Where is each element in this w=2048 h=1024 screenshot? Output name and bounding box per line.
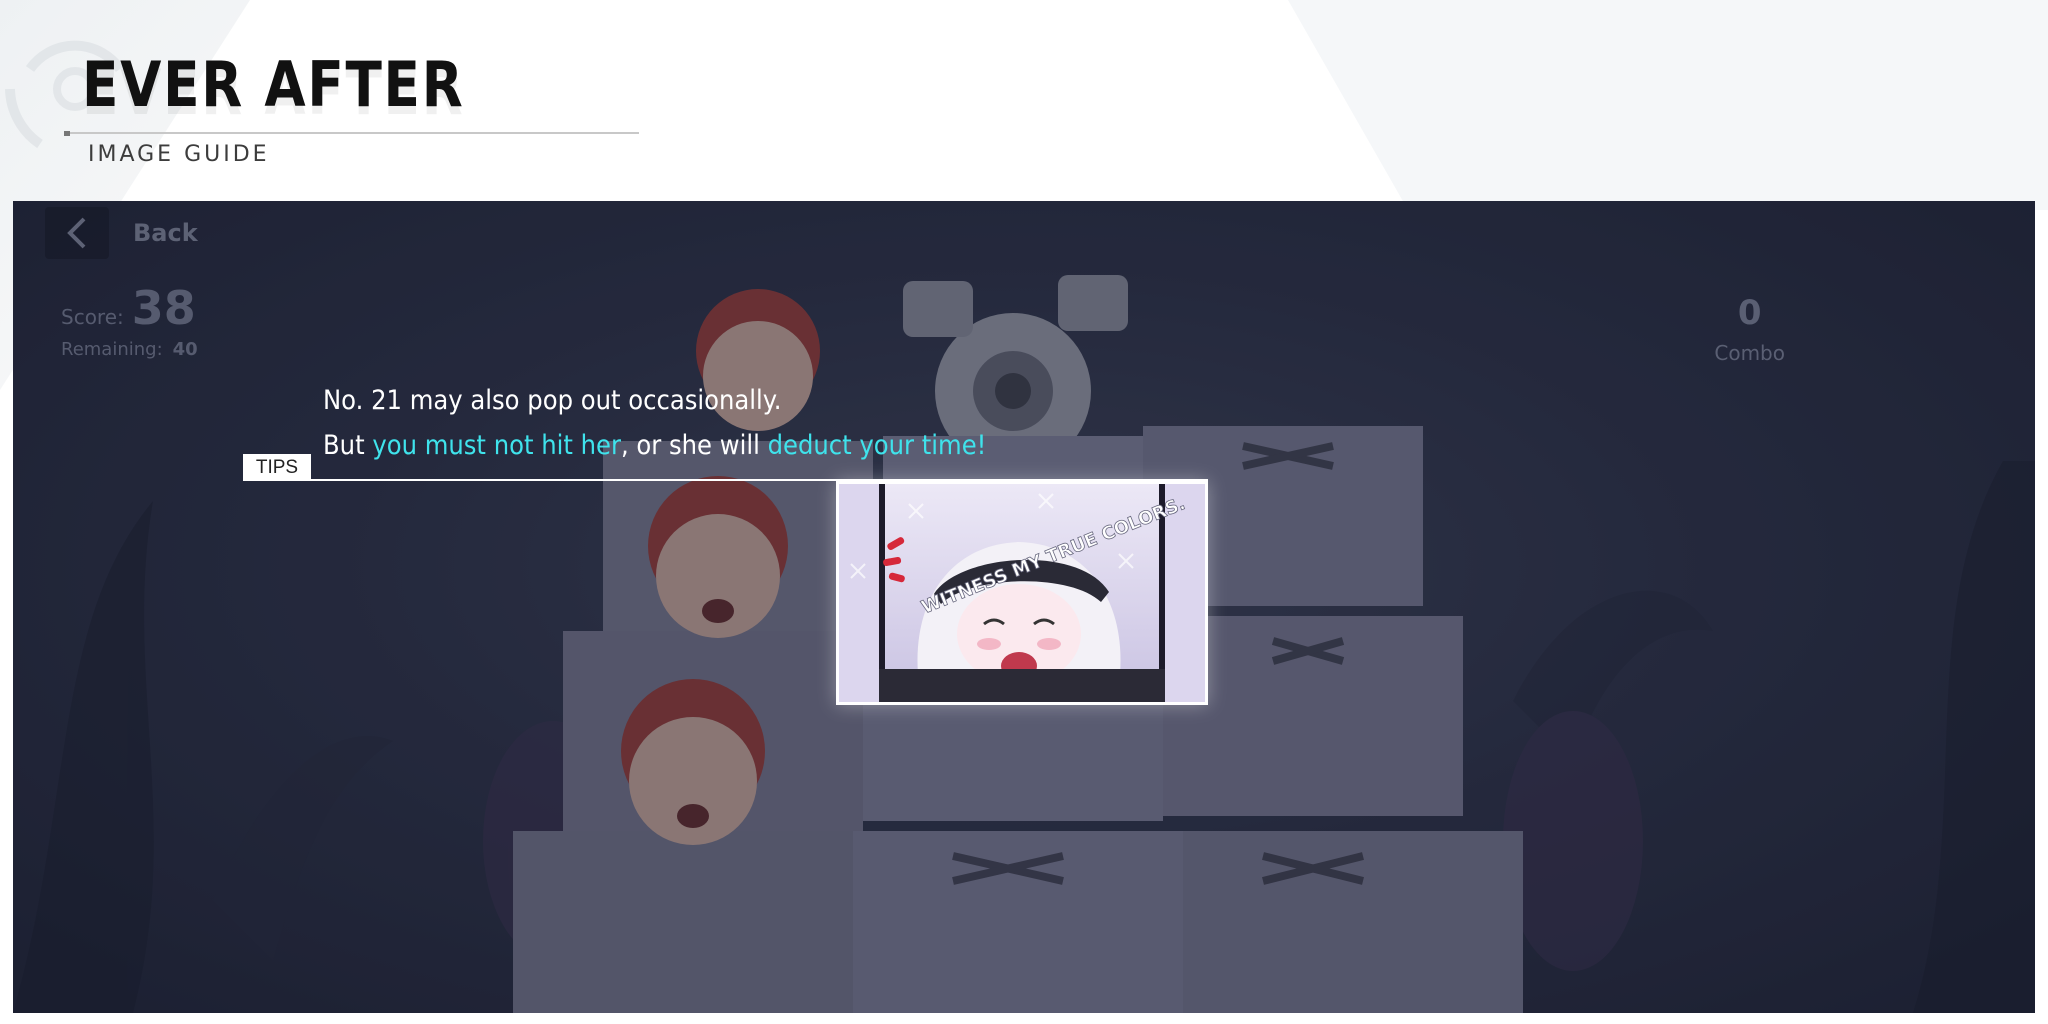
page-subtitle: IMAGE GUIDE (88, 142, 270, 167)
tips-illustration: WITNESS MY TRUE COLORS. (836, 481, 1208, 705)
combo-label: Combo (1714, 341, 1785, 365)
combo-value: 0 (1737, 293, 1762, 333)
title-divider-tick (64, 131, 70, 136)
back-label: Back (133, 219, 198, 247)
no21-popup-illustration: WITNESS MY TRUE COLORS. (839, 484, 1205, 702)
remaining-label: Remaining: (61, 339, 163, 360)
tips-highlight-deduct: deduct your time! (767, 430, 987, 461)
header-decor-right (1288, 0, 2048, 210)
back-button[interactable]: Back (35, 207, 208, 259)
tips-line-2-a: But (323, 430, 373, 461)
tips-highlight-hit: you must not hit her (372, 430, 621, 461)
tips-tag: TIPS (243, 454, 311, 481)
score-label: Score: (61, 305, 124, 329)
tips-text: No. 21 may also pop out occasionally. Bu… (323, 378, 986, 468)
page-title: EVER AFTER (82, 48, 465, 121)
chevron-left-icon (45, 207, 109, 259)
combo-panel: 0 Combo (1714, 293, 1785, 365)
tips-line-2-c: , or she will (620, 430, 768, 461)
remaining-value: 40 (172, 339, 198, 360)
title-divider (64, 132, 639, 134)
tips-line-2: But you must not hit her, or she will de… (323, 423, 986, 468)
score-panel: Score: 38 Remaining: 40 (61, 281, 198, 360)
score-value: 38 (131, 281, 196, 335)
tips-line-1: No. 21 may also pop out occasionally. (323, 385, 782, 416)
